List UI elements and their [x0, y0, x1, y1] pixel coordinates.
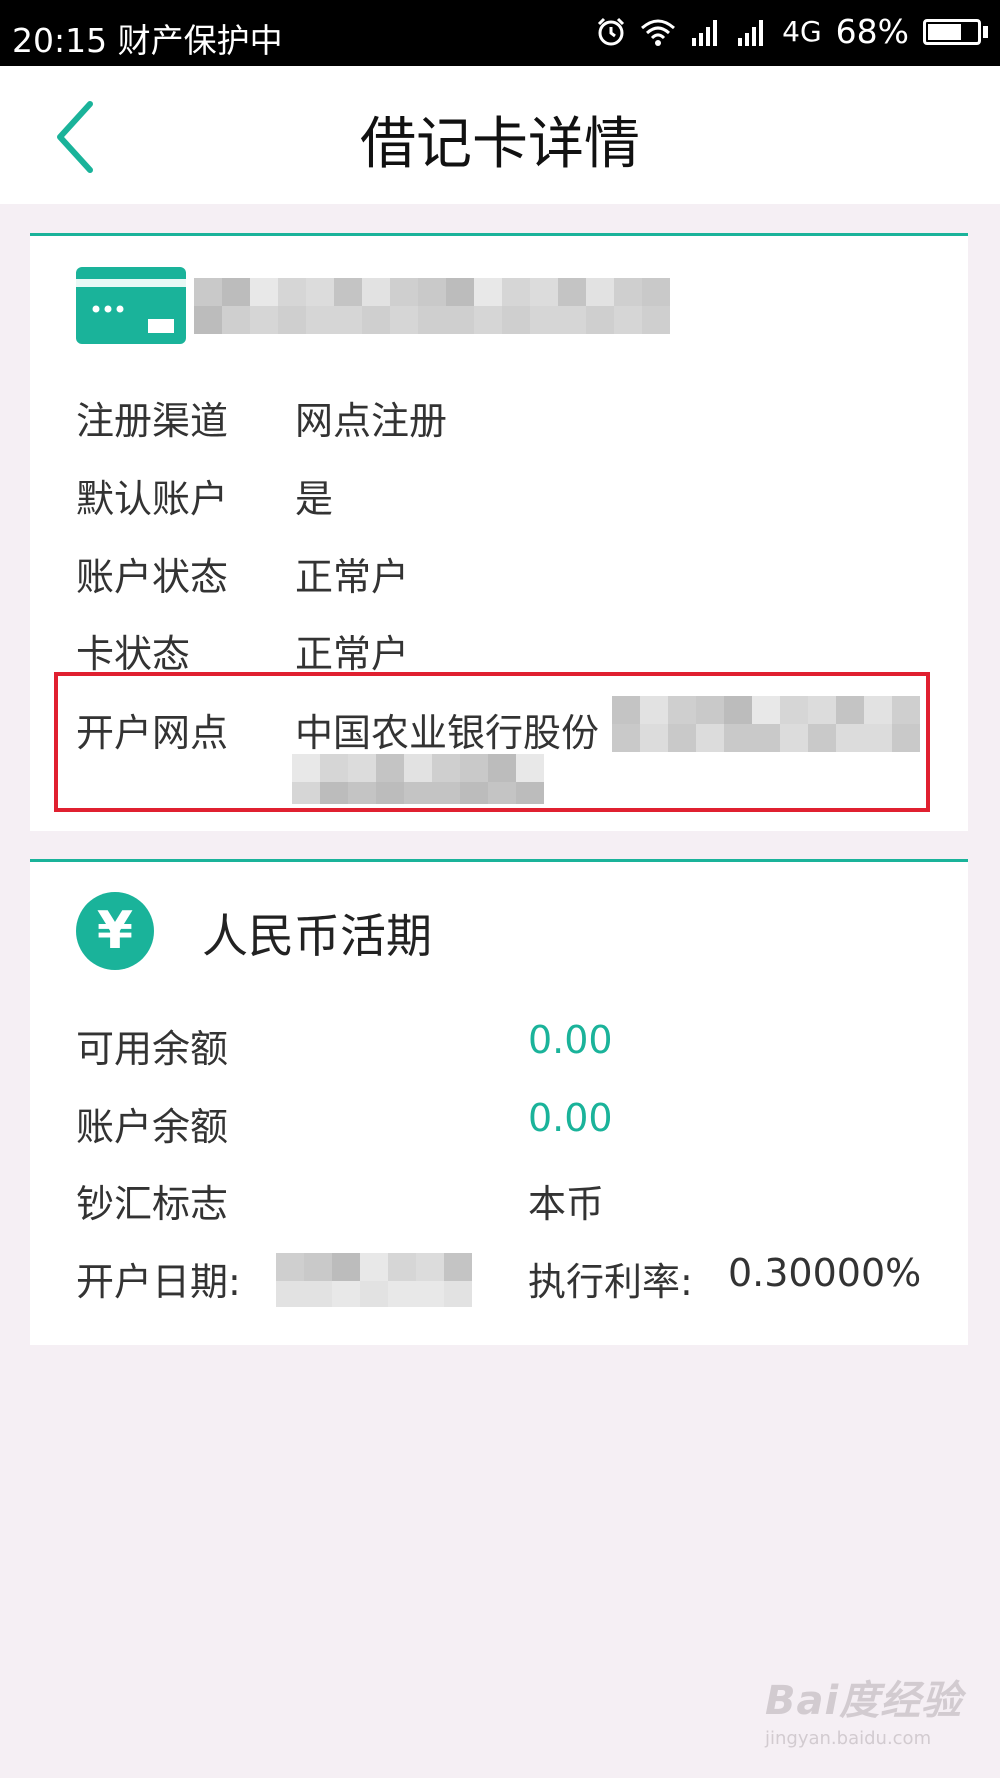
status-icons: 4G 68%: [596, 12, 988, 51]
redaction-pixel: [416, 1281, 444, 1307]
redaction-pixel: [334, 278, 362, 306]
row-label: 账户状态: [76, 555, 229, 599]
page-title: 借记卡详情: [360, 112, 640, 177]
redaction-pixel: [304, 1253, 332, 1281]
redaction-pixel: [446, 306, 474, 334]
redaction-pixel: [418, 306, 446, 334]
row-label: 钞汇标志: [76, 1182, 229, 1226]
redaction-pixel: [362, 306, 390, 334]
redaction-pixel: [306, 278, 334, 306]
redaction-pixel: [362, 278, 390, 306]
app-header: 借记卡详情: [0, 66, 1000, 204]
row-value: 是: [295, 477, 334, 521]
wifi-icon: [641, 19, 676, 46]
redaction-pixel: [360, 1253, 388, 1281]
redaction-pixel: [334, 306, 362, 334]
redaction-pixel: [444, 1281, 472, 1307]
available-balance: 0.00: [528, 1018, 613, 1062]
redaction-pixel: [502, 278, 530, 306]
redaction-pixel: [530, 278, 558, 306]
redaction-pixel: [250, 306, 278, 334]
watermark: Bai度经验 jingyan.baidu.com: [765, 1668, 962, 1749]
signal-icon: [738, 19, 764, 46]
redaction-pixel: [558, 278, 586, 306]
redaction-pixel: [444, 1253, 472, 1281]
redaction-pixel: [278, 278, 306, 306]
status-text: 财产保护中: [117, 21, 283, 60]
redaction-pixel: [390, 306, 418, 334]
redaction-pixel: [332, 1281, 360, 1307]
redaction-pixel: [304, 1281, 332, 1307]
redaction-pixel: [222, 306, 250, 334]
redaction-pixel: [446, 278, 474, 306]
row-label: 账户余额: [76, 1105, 229, 1149]
redaction-pixel: [276, 1281, 304, 1307]
row-label: 注册渠道: [76, 399, 229, 443]
watermark-logo: Bai度经验: [765, 1678, 963, 1724]
rate-label: 执行利率:: [528, 1260, 693, 1304]
redaction-pixel: [418, 278, 446, 306]
card-number-redacted: [194, 278, 694, 334]
redaction-pixel: [360, 1281, 388, 1307]
redaction-pixel: [474, 278, 502, 306]
redaction-pixel: [278, 306, 306, 334]
row-value: 正常户: [295, 632, 410, 676]
signal-icon: [692, 19, 718, 46]
account-balance: 0.00: [528, 1096, 613, 1140]
redaction-pixel: [194, 306, 222, 334]
watermark-url: jingyan.baidu.com: [765, 1728, 932, 1749]
status-time-label: 20:15 财产保护中: [12, 14, 283, 62]
redaction-pixel: [530, 306, 558, 334]
redaction-pixel: [614, 278, 642, 306]
battery-percent: 68%: [835, 12, 909, 51]
redaction-pixel: [558, 306, 586, 334]
row-label: 默认账户: [76, 477, 229, 521]
redaction-pixel: [276, 1253, 304, 1281]
redaction-pixel: [502, 306, 530, 334]
rate-value: 0.30000%: [728, 1251, 922, 1295]
status-bar: 20:15 财产保护中 4G 68%: [0, 0, 1000, 66]
redaction-pixel: [614, 306, 642, 334]
redaction-pixel: [586, 278, 614, 306]
open-date-redacted: [276, 1253, 496, 1307]
currency-flag: 本币: [528, 1182, 605, 1226]
redaction-pixel: [642, 278, 670, 306]
status-time: 20:15: [12, 21, 108, 60]
redaction-pixel: [388, 1253, 416, 1281]
network-type: 4G: [782, 15, 822, 48]
battery-icon: [923, 18, 988, 45]
section-title: 人民币活期: [202, 909, 432, 963]
redaction-pixel: [250, 278, 278, 306]
row-label: 卡状态: [76, 632, 191, 676]
highlight-box: [54, 672, 930, 812]
redaction-pixel: [474, 306, 502, 334]
redaction-pixel: [416, 1253, 444, 1281]
open-date-label: 开户日期:: [76, 1260, 241, 1304]
redaction-pixel: [390, 278, 418, 306]
yuan-icon: ¥: [76, 892, 154, 970]
row-value: 网点注册: [295, 399, 448, 443]
account-panel: ¥ 人民币活期 可用余额 0.00 账户余额 0.00 钞汇标志 本币 开户日期…: [30, 859, 968, 1345]
redaction-pixel: [222, 278, 250, 306]
bank-card-icon: [76, 267, 186, 344]
redaction-pixel: [586, 306, 614, 334]
redaction-pixel: [306, 306, 334, 334]
redaction-pixel: [642, 306, 670, 334]
redaction-pixel: [332, 1253, 360, 1281]
alarm-icon: [598, 17, 625, 45]
redaction-pixel: [194, 278, 222, 306]
row-label: 可用余额: [76, 1027, 229, 1071]
row-value: 正常户: [295, 555, 410, 599]
redaction-pixel: [388, 1281, 416, 1307]
